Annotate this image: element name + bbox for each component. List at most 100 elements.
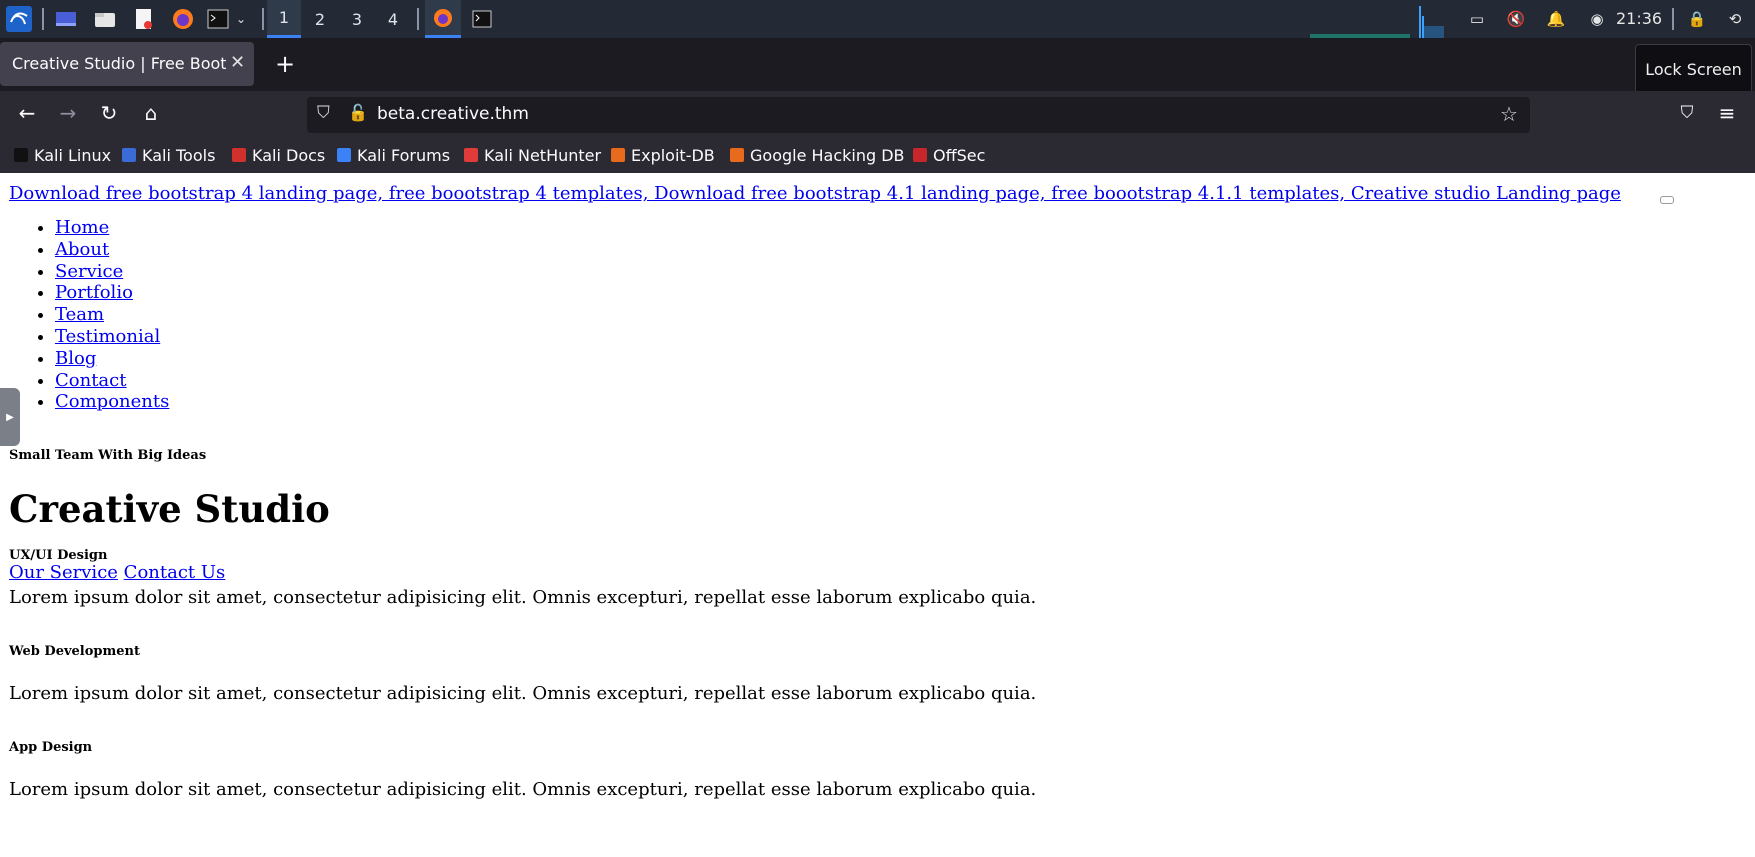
show-desktop-icon[interactable] (55, 8, 77, 30)
menu-icon[interactable]: ≡ (1710, 96, 1744, 130)
hero-title: Creative Studio (9, 487, 330, 531)
exploit-db-icon (611, 148, 625, 162)
menu-item: About (55, 239, 169, 261)
reload-button[interactable]: ↻ (92, 96, 126, 130)
menu-item: Team (55, 304, 169, 326)
bookmark-kali-docs[interactable]: Kali Docs (232, 144, 325, 166)
taskbar-separator (417, 8, 419, 30)
menu-link-blog[interactable]: Blog (55, 348, 96, 369)
menu-link-components[interactable]: Components (55, 391, 169, 412)
clock[interactable]: 21:36 (1616, 9, 1662, 28)
kali-forums-icon (337, 148, 351, 162)
bookmark-offsec[interactable]: OffSec (913, 144, 985, 166)
display-icon[interactable]: ▭ (1466, 8, 1488, 30)
taskbar-separator (1672, 8, 1674, 30)
service-heading: App Design (9, 740, 93, 755)
hero-cta-links: Our Service Contact Us (9, 562, 225, 583)
logo-link[interactable]: Download free bootstrap 4 landing page, … (9, 183, 1621, 204)
service-heading: UX/UI Design (9, 548, 108, 563)
terminal-icon (472, 10, 492, 28)
bookmark-kali-nethunter[interactable]: Kali NetHunter (464, 144, 601, 166)
contact-us-link[interactable]: Contact Us (124, 562, 226, 583)
offsec-icon (913, 148, 927, 162)
power-manager-icon[interactable]: ◉ (1586, 8, 1608, 30)
side-panel-handle[interactable]: ▶ (0, 388, 20, 446)
workspace-2[interactable]: 2 (303, 0, 337, 38)
bookmark-label: Kali Tools (142, 145, 216, 165)
page-content: Download free bootstrap 4 landing page, … (0, 173, 1755, 857)
kali-nethunter-icon (464, 148, 478, 162)
terminal-window-button[interactable] (464, 0, 500, 38)
bookmark-label: Kali Forums (357, 145, 451, 165)
bookmark-exploit-db[interactable]: Exploit-DB (611, 144, 715, 166)
url-text[interactable]: beta.creative.thm (377, 104, 529, 124)
bookmark-kali-linux[interactable]: Kali Linux (14, 144, 111, 166)
menu-item: Testimonial (55, 326, 169, 348)
our-service-link[interactable]: Our Service (9, 562, 118, 583)
menu-item: Contact (55, 370, 169, 392)
service-description: Lorem ipsum dolor sit amet, consectetur … (9, 779, 1037, 800)
new-tab-button[interactable]: + (268, 47, 302, 81)
broken-logo-image (1660, 196, 1674, 204)
audio-muted-icon[interactable]: 🔇 (1505, 8, 1527, 30)
firefox-window-button[interactable] (425, 0, 461, 38)
bookmark-label: Exploit-DB (631, 145, 715, 165)
close-icon[interactable]: ✕ (230, 52, 245, 73)
menu-link-about[interactable]: About (55, 239, 109, 260)
logout-icon[interactable]: ⟲ (1722, 8, 1748, 30)
chevron-down-icon[interactable]: ⌄ (235, 8, 247, 30)
menu-link-contact[interactable]: Contact (55, 370, 126, 391)
text-editor-icon[interactable] (133, 8, 155, 30)
hero-tagline: Small Team With Big Ideas (9, 448, 207, 463)
menu-link-portfolio[interactable]: Portfolio (55, 282, 133, 303)
taskbar: ⌄ 1 2 3 4 ▭ 🔇 🔔 ◉ 21:36 🔒 ⟲ (0, 0, 1755, 38)
menu-item: Blog (55, 348, 169, 370)
workspace-3[interactable]: 3 (340, 0, 374, 38)
site-nav-menu: Home About Service Portfolio Team Testim… (35, 217, 169, 413)
bookmark-kali-tools[interactable]: Kali Tools (122, 144, 215, 166)
tab-title: Creative Studio | Free Bootstr (12, 54, 226, 73)
terminal-icon[interactable] (207, 8, 229, 30)
menu-item: Portfolio (55, 282, 169, 304)
menu-item: Service (55, 261, 169, 283)
bookmark-google-hacking-db[interactable]: Google Hacking DB (730, 144, 905, 166)
pocket-icon[interactable]: ⛉ (1670, 96, 1704, 130)
bookmark-label: Kali NetHunter (484, 145, 602, 165)
menu-link-team[interactable]: Team (55, 304, 104, 325)
google-hacking-db-icon (730, 148, 744, 162)
taskbar-separator (42, 8, 44, 30)
menu-link-home[interactable]: Home (55, 217, 109, 238)
service-description: Lorem ipsum dolor sit amet, consectetur … (9, 683, 1037, 704)
cpu-usage-graph (1310, 6, 1444, 38)
menu-item: Components (55, 391, 169, 413)
bookmark-star-icon[interactable]: ☆ (1500, 102, 1518, 126)
kali-menu-icon[interactable] (6, 6, 32, 32)
bookmark-kali-forums[interactable]: Kali Forums (337, 144, 450, 166)
service-heading: Web Development (9, 644, 140, 659)
bookmark-label: OffSec (933, 145, 986, 165)
workspace-1[interactable]: 1 (267, 0, 301, 38)
forward-button[interactable]: → (51, 96, 85, 130)
menu-item: Home (55, 217, 169, 239)
workspace-4[interactable]: 4 (376, 0, 410, 38)
back-button[interactable]: ← (10, 96, 44, 130)
lock-screen-icon[interactable]: 🔒 (1684, 8, 1710, 30)
home-button[interactable]: ⌂ (134, 96, 168, 130)
bookmark-label: Google Hacking DB (750, 145, 905, 165)
menu-link-testimonial[interactable]: Testimonial (55, 326, 160, 347)
shield-icon[interactable]: ⛉ (317, 103, 330, 123)
firefox-icon (434, 8, 452, 27)
bookmark-label: Kali Docs (252, 145, 326, 165)
bookmark-label: Kali Linux (34, 145, 112, 165)
service-description: Lorem ipsum dolor sit amet, consectetur … (9, 587, 1037, 608)
kali-tools-icon (122, 148, 136, 162)
menu-link-service[interactable]: Service (55, 261, 123, 282)
notifications-bell-icon[interactable]: 🔔 (1545, 8, 1567, 30)
kali-docs-icon (232, 148, 246, 162)
file-manager-icon[interactable] (94, 8, 116, 30)
firefox-icon[interactable] (172, 8, 194, 30)
insecure-lock-icon[interactable]: 🔓 (348, 103, 368, 122)
tab-creative-studio[interactable]: Creative Studio | Free Bootstr ✕ (0, 42, 254, 86)
lock-screen-tooltip: Lock Screen (1635, 44, 1752, 94)
tab-strip (0, 38, 1755, 91)
